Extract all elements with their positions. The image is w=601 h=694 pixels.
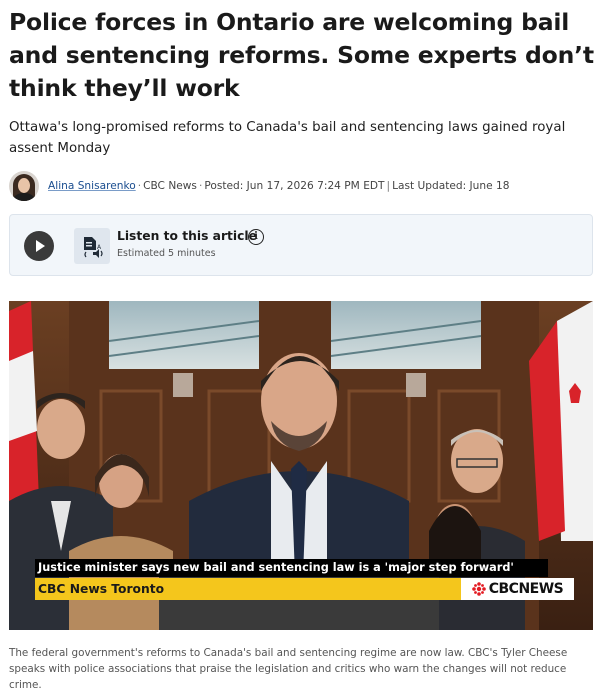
byline: Alina Snisarenko · CBC News · Posted: Ju… <box>9 170 509 202</box>
cbc-news-logo: CBCNEWS <box>461 578 574 600</box>
info-icon[interactable]: i <box>248 229 264 245</box>
listen-to-article-panel: A Listen to this article i Estimated 5 m… <box>9 214 593 276</box>
play-icon[interactable] <box>24 231 54 261</box>
author-link[interactable]: Alina Snisarenko <box>48 180 136 192</box>
station-banner: CBC News Toronto CBCNEWS <box>35 578 574 600</box>
author-avatar[interactable] <box>9 171 39 201</box>
video-caption: Justice minister says new bail and sente… <box>35 559 548 577</box>
listen-estimate: Estimated 5 minutes <box>117 248 216 259</box>
video-description: The federal government's reforms to Cana… <box>9 647 568 691</box>
byline-separator: · <box>137 180 142 192</box>
video-player[interactable]: Justice minister says new bail and sente… <box>9 301 593 630</box>
cbc-logo-text: CBCNEWS <box>488 581 564 597</box>
article-headline: Police forces in Ontario are welcoming b… <box>9 8 594 102</box>
svg-text:A: A <box>97 244 102 251</box>
byline-divider: | <box>386 180 391 192</box>
byline-separator: · <box>198 180 203 192</box>
article-dek: Ottawa's long-promised reforms to Canada… <box>9 120 566 156</box>
posted-timestamp: Posted: Jun 17, 2026 7:24 PM EDT <box>204 180 385 192</box>
byline-outlet: CBC News <box>143 180 197 192</box>
listen-title: Listen to this article <box>117 229 257 243</box>
station-name: CBC News Toronto <box>38 582 165 596</box>
text-to-speech-icon: A <box>74 228 110 264</box>
cbc-gem-icon <box>471 582 486 596</box>
updated-timestamp: Last Updated: June 18 <box>392 180 510 192</box>
